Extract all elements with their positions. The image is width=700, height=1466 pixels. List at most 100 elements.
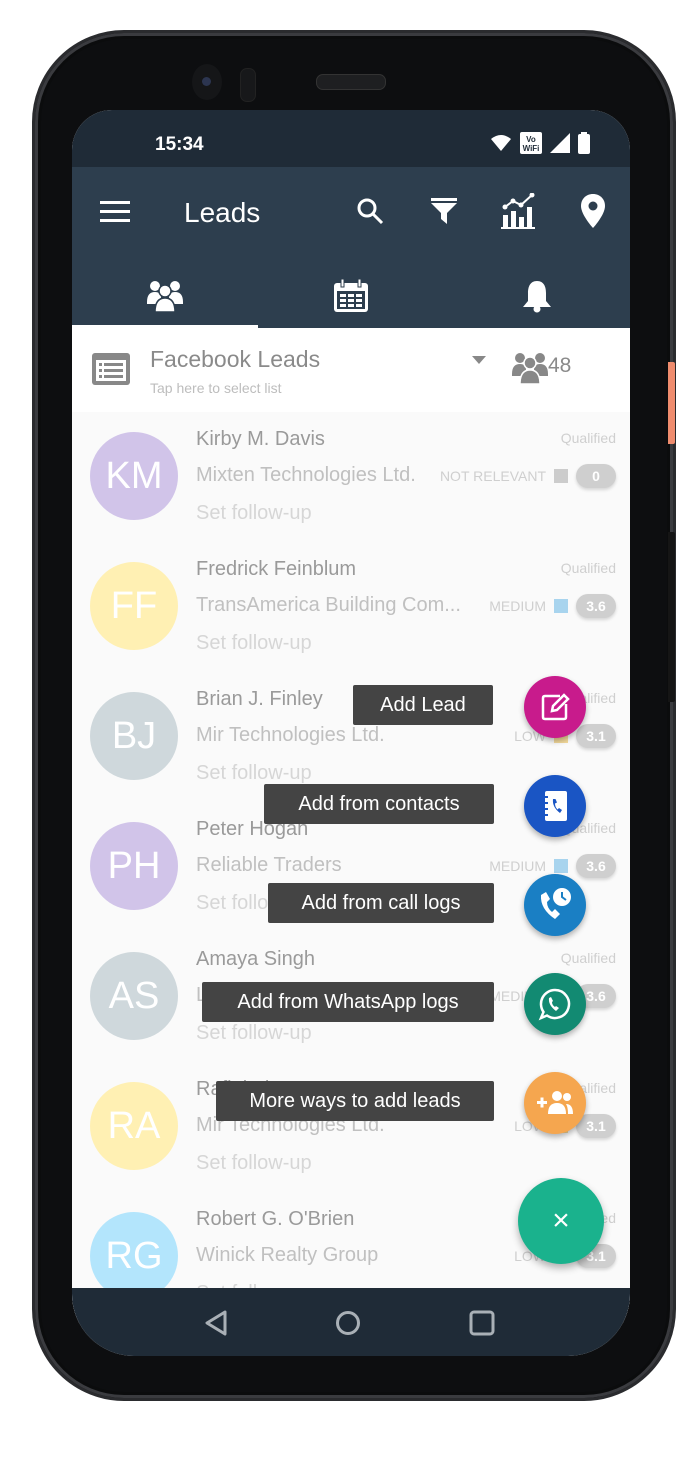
lead-company: Winick Realty Group	[196, 1244, 379, 1266]
lead-row[interactable]: FF Fredrick Feinblum TransAmerica Buildi…	[72, 542, 630, 673]
hamburger-icon	[100, 201, 130, 222]
set-followup-link[interactable]: Set follow-up	[196, 632, 312, 655]
front-camera	[192, 64, 222, 100]
lead-company: Mir Technologies Ltd.	[196, 724, 385, 746]
home-icon[interactable]	[335, 1310, 361, 1336]
contacts-book-icon	[542, 791, 568, 821]
avatar-initials: BJ	[111, 714, 157, 757]
fab-menu-button[interactable]	[524, 676, 586, 738]
analytics-icon	[501, 193, 535, 229]
svg-text:WiFi: WiFi	[523, 144, 540, 153]
fab-menu-label[interactable]: Add from contacts	[264, 784, 494, 824]
lead-name: Amaya Singh	[196, 948, 315, 970]
location-icon	[581, 194, 605, 228]
navigation-bar	[72, 1288, 630, 1356]
lead-count: 48	[548, 354, 572, 377]
priority-label: MEDIUM	[489, 598, 546, 614]
avatar-initials: RA	[107, 1104, 161, 1147]
list-hint: Tap here to select list	[150, 380, 282, 396]
lead-name: Robert G. O'Brien	[196, 1208, 355, 1230]
avatar: PH	[90, 822, 178, 910]
earpiece-speaker	[316, 74, 386, 90]
sensor	[240, 68, 256, 102]
score-badge: 0	[576, 464, 616, 488]
back-icon[interactable]	[204, 1310, 228, 1336]
avatar: RA	[90, 1082, 178, 1170]
add-group-icon	[537, 1090, 573, 1116]
battery-icon	[578, 132, 590, 154]
lead-row[interactable]: KM Kirby M. Davis Mixten Technologies Lt…	[72, 412, 630, 543]
lead-company: Mixten Technologies Ltd.	[196, 464, 416, 486]
search-button[interactable]	[352, 193, 388, 229]
filter-button[interactable]	[426, 193, 462, 229]
fab-menu-button[interactable]	[524, 775, 586, 837]
fab-menu-label[interactable]: Add Lead	[353, 685, 493, 725]
avatar: AS	[90, 952, 178, 1040]
fab-menu-button[interactable]	[524, 874, 586, 936]
screen: 15:34 Vo WiFi Leads Facebook Leads Tap h…	[72, 110, 630, 1356]
avatar-initials: AS	[108, 974, 160, 1017]
recents-icon[interactable]	[469, 1310, 495, 1336]
location-button[interactable]	[576, 191, 610, 231]
priority-swatch	[554, 859, 568, 873]
fab-menu-label[interactable]: Add from call logs	[268, 883, 494, 923]
search-icon	[357, 198, 384, 225]
tab-leads[interactable]	[72, 267, 258, 325]
people-icon	[147, 281, 183, 312]
app-bar: Leads	[72, 167, 630, 329]
fab-menu-button[interactable]	[524, 973, 586, 1035]
signal-icon	[550, 133, 570, 153]
priority-label: MEDIUM	[489, 858, 546, 874]
lead-status: Qualified	[560, 430, 616, 446]
avatar-initials: FF	[110, 584, 158, 627]
fab-menu-button[interactable]	[524, 1072, 586, 1134]
power-button	[668, 362, 675, 444]
status-bar: 15:34 Vo WiFi	[72, 110, 630, 167]
score-badge: 3.1	[576, 724, 616, 748]
score-badge: 3.6	[576, 854, 616, 878]
list-name: Facebook Leads	[150, 346, 321, 372]
vowifi-icon: VoWiFi	[520, 132, 542, 154]
whatsapp-icon	[538, 987, 572, 1021]
status-time: 15:34	[155, 134, 204, 155]
bell-icon	[523, 281, 551, 313]
priority-swatch	[554, 469, 568, 483]
lead-name: Brian J. Finley	[196, 688, 323, 710]
page-title: Leads	[184, 197, 261, 228]
menu-button[interactable]	[98, 195, 132, 229]
calendar-icon	[334, 279, 368, 312]
tab-calendar[interactable]	[258, 267, 444, 325]
fab-menu-label[interactable]: More ways to add leads	[216, 1081, 494, 1121]
dropdown-arrow-icon	[472, 356, 486, 364]
lead-status: Qualified	[560, 950, 616, 966]
close-icon: ×	[552, 1204, 570, 1237]
lead-status: Qualified	[560, 560, 616, 576]
volume-button	[668, 532, 675, 702]
priority-swatch	[554, 599, 568, 613]
wifi-icon	[491, 135, 511, 151]
list-selector[interactable]: Facebook Leads Tap here to select list 4…	[72, 328, 630, 412]
svg-text:Vo: Vo	[526, 135, 536, 144]
avatar-initials: PH	[107, 844, 161, 887]
avatar-initials: KM	[105, 454, 163, 497]
score-badge: 3.6	[576, 594, 616, 618]
people-count-icon	[512, 353, 548, 384]
close-fab-button[interactable]: ×	[518, 1178, 604, 1264]
lead-name: Kirby M. Davis	[196, 428, 325, 450]
avatar: FF	[90, 562, 178, 650]
tab-notifications[interactable]	[444, 267, 630, 325]
set-followup-link[interactable]: Set follow-up	[196, 502, 312, 525]
analytics-button[interactable]	[499, 191, 537, 231]
fab-menu-label[interactable]: Add from WhatsApp logs	[202, 982, 494, 1022]
lead-name: Fredrick Feinblum	[196, 558, 357, 580]
edit-note-icon	[540, 692, 570, 722]
avatar: RG	[90, 1212, 178, 1300]
set-followup-link[interactable]: Set follow-up	[196, 1152, 312, 1175]
avatar: BJ	[90, 692, 178, 780]
call-log-icon	[537, 887, 573, 923]
filter-icon	[431, 198, 457, 224]
set-followup-link[interactable]: Set follow-up	[196, 1022, 312, 1045]
set-followup-link[interactable]: Set follow-up	[196, 762, 312, 785]
list-icon	[92, 353, 130, 385]
avatar-initials: RG	[105, 1234, 163, 1277]
